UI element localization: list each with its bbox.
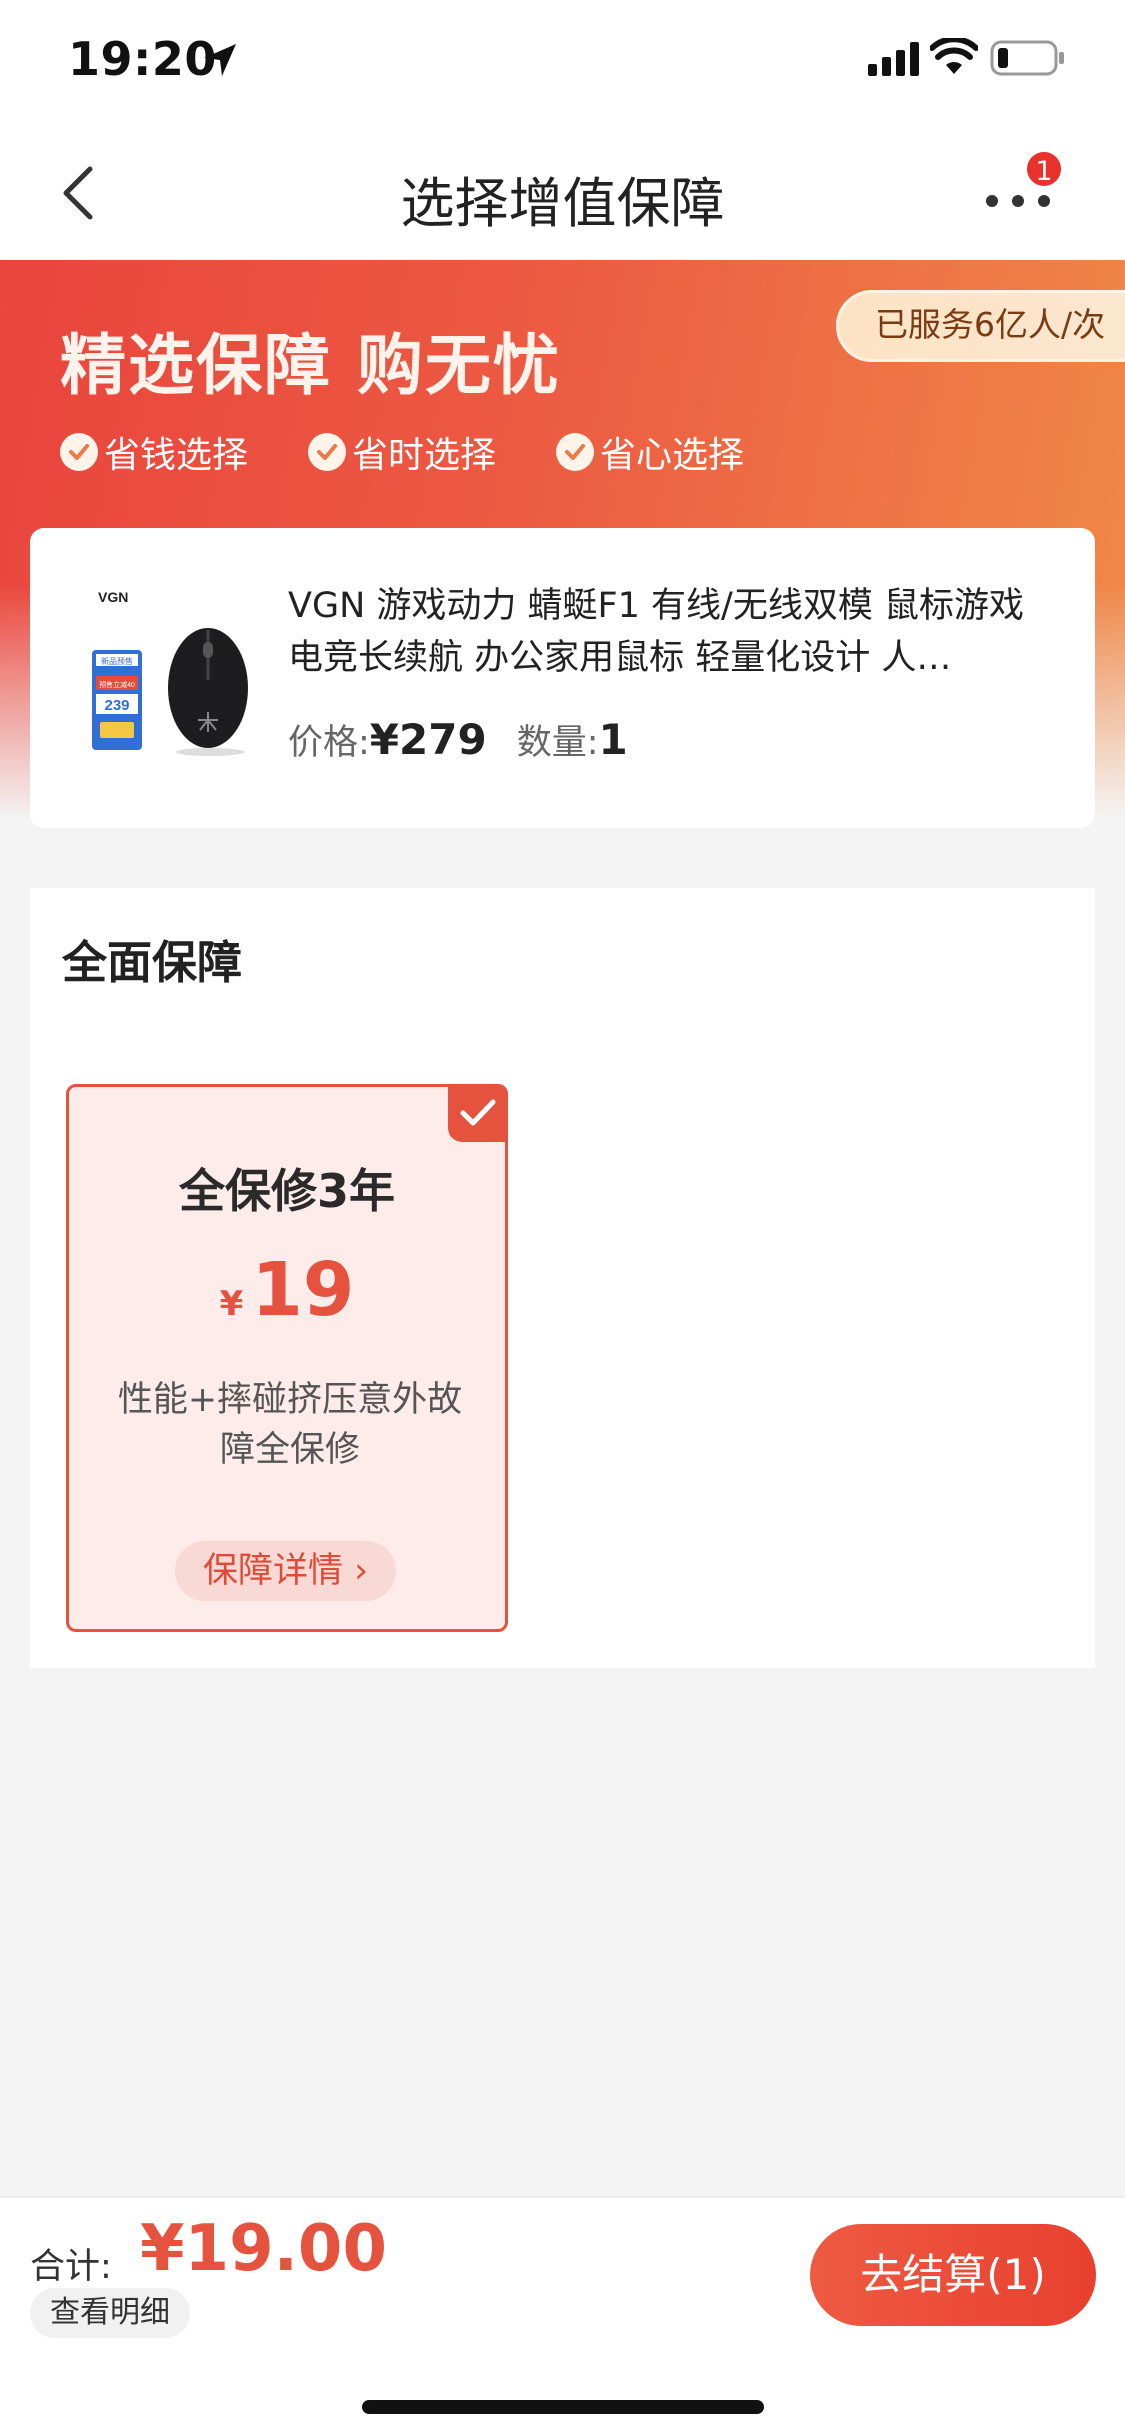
quantity-label: 数量:	[516, 723, 599, 763]
plan-description: 性能+摔碰挤压意外故障全保修	[117, 1380, 463, 1470]
feature-item: 省心选择	[556, 426, 744, 478]
status-bar: 19:20	[0, 0, 1125, 125]
product-image-promo-tag: 预售立减40	[99, 680, 135, 689]
view-detail-button[interactable]: 查看明细	[30, 2288, 190, 2338]
product-meta: 价格: ¥279 数量: 1	[288, 714, 628, 765]
product-image: VGN 新品预售 预售立减40 239	[92, 589, 248, 756]
status-time: 19:20	[68, 32, 217, 86]
wifi-icon	[930, 38, 978, 74]
cellular-signal-icon	[868, 42, 919, 76]
plan-currency: ¥	[219, 1284, 244, 1324]
feature-list: 省钱选择 省时选择 省心选择	[60, 426, 804, 478]
product-image-brand: VGN	[98, 589, 128, 605]
feature-label: 省心选择	[600, 435, 745, 476]
selected-check-icon	[448, 1084, 508, 1142]
page-title: 选择增值保障	[400, 172, 725, 235]
check-circle-icon	[60, 433, 98, 471]
notification-badge: 1	[1024, 149, 1064, 189]
total-label: 合计:	[30, 2247, 112, 2287]
quantity-value: 1	[598, 715, 628, 764]
hero-headline: 精选保障 购无忧	[60, 327, 561, 404]
plan-price: ¥19	[69, 1247, 505, 1333]
product-image-promo-top: 新品预售	[101, 656, 133, 666]
feature-item: 省时选择	[308, 426, 496, 478]
feature-label: 省时选择	[352, 435, 497, 476]
home-indicator	[362, 2400, 764, 2414]
feature-item: 省钱选择	[60, 426, 248, 478]
plan-name: 全保修3年	[178, 1164, 395, 1218]
plan-card-selected[interactable]: 全保修3年 ¥19 性能+摔碰挤压意外故障全保修 保障详情 ›	[66, 1084, 508, 1632]
product-image-promo-price: 239	[104, 697, 129, 714]
check-circle-icon	[556, 433, 595, 471]
section-title: 全面保障	[62, 936, 243, 989]
total-value: ¥19.00	[140, 2212, 387, 2286]
checkout-button[interactable]: 去结算(1)	[810, 2224, 1096, 2326]
served-count-badge: 已服务6亿人/次	[836, 290, 1125, 362]
battery-icon	[990, 40, 1064, 76]
product-title[interactable]: VGN 游戏动力 蜻蜓F1 有线/无线双模 鼠标游戏电竞长续航 办公家用鼠标 轻…	[288, 580, 1058, 684]
navigation-bar: 选择增值保障 1	[0, 125, 1125, 260]
price-label: 价格:	[288, 723, 370, 763]
price-value: ¥279	[369, 715, 487, 764]
location-arrow-icon	[204, 44, 236, 76]
product-card: VGN 新品预售 预售立减40 239 VGN 游戏动力 蜻蜓F1 有线/无线双…	[30, 528, 1095, 828]
plan-amount: 19	[251, 1247, 355, 1333]
feature-label: 省钱选择	[104, 435, 249, 476]
plan-detail-button[interactable]: 保障详情 ›	[175, 1541, 397, 1601]
check-circle-icon	[308, 433, 347, 471]
protection-section: 全面保障 全保修3年 ¥19 性能+摔碰挤压意外故障全保修 保障详情 ›	[30, 888, 1095, 1668]
